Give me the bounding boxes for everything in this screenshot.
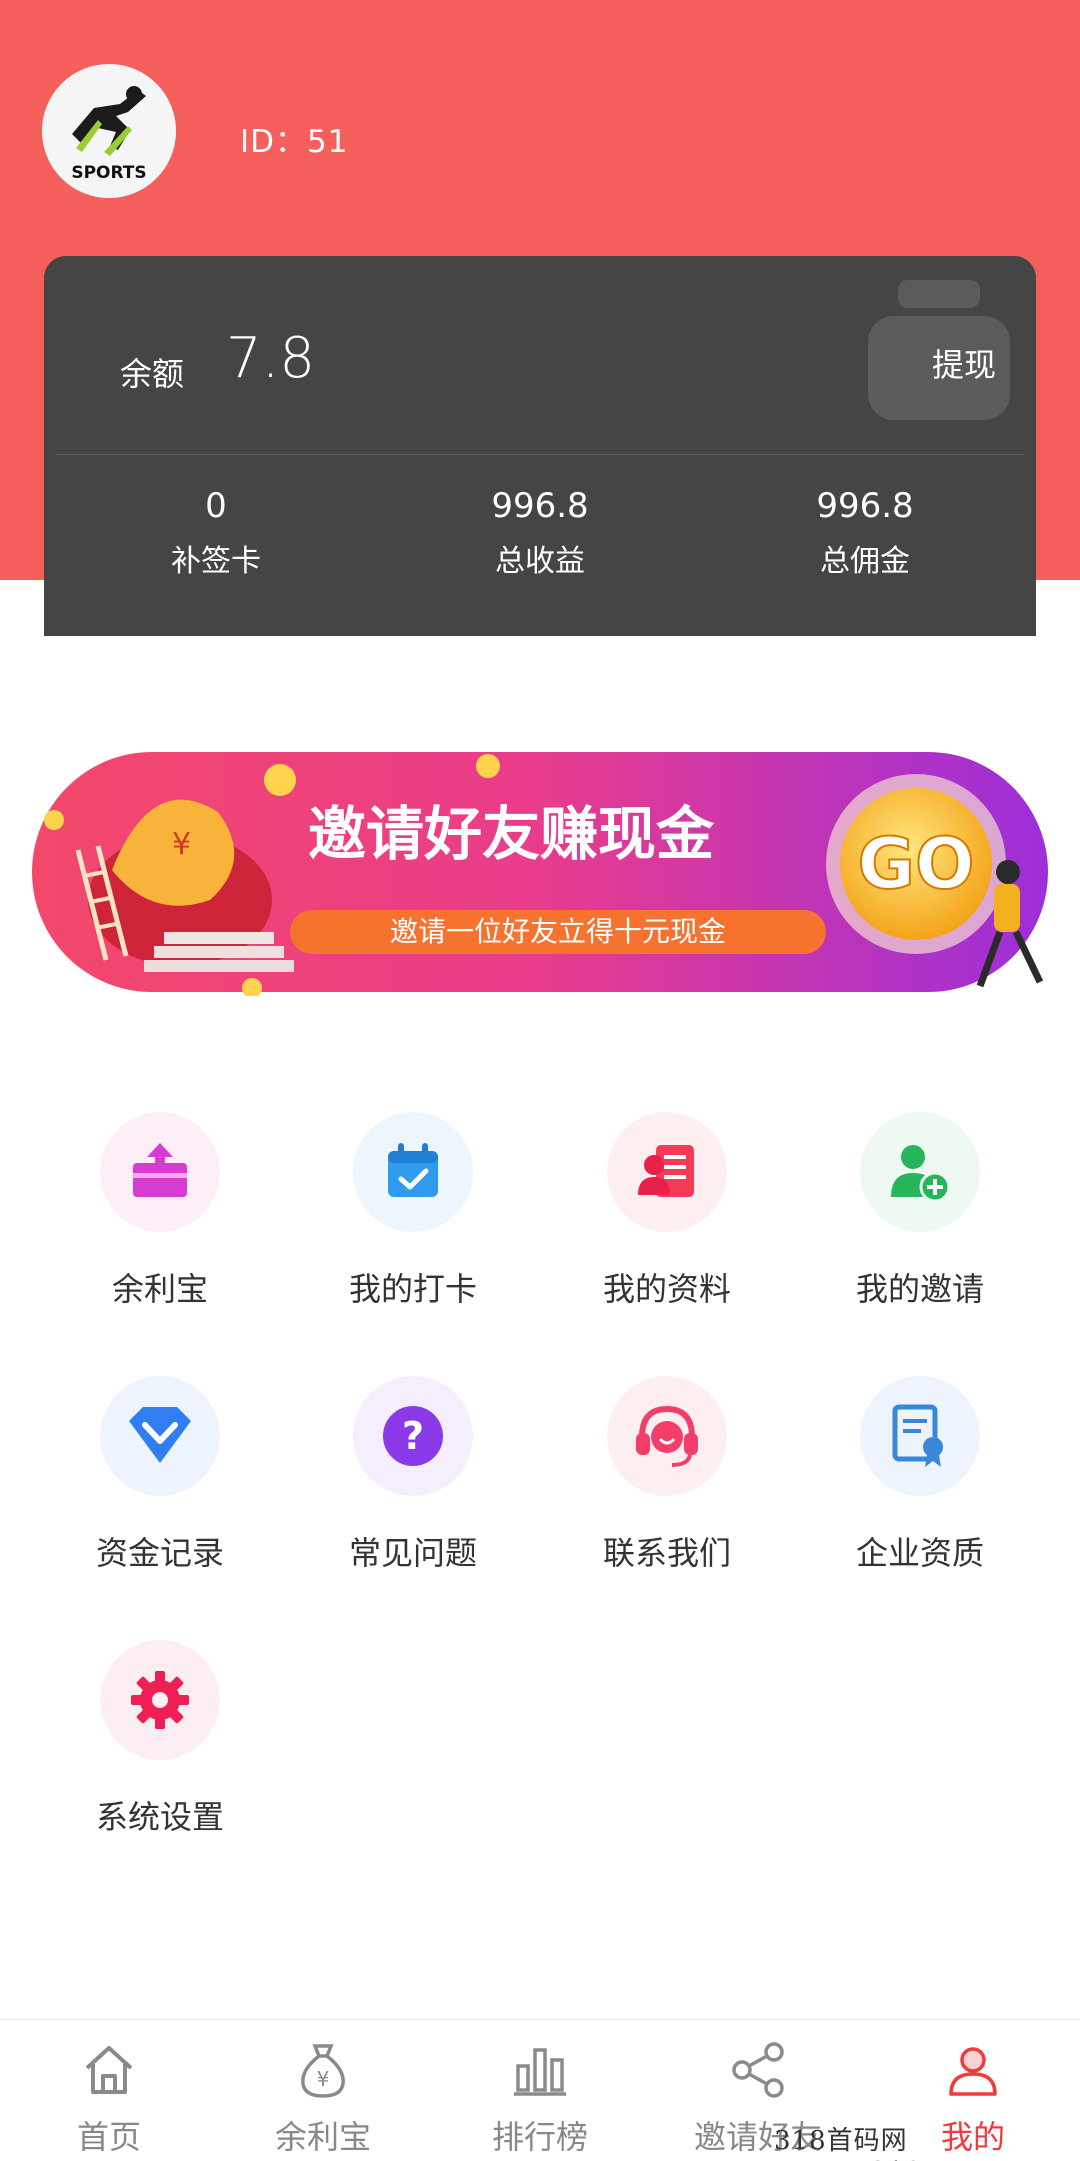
stat-value: 0 — [205, 486, 227, 526]
menu-item-fund-records[interactable]: 资金记录 — [55, 1376, 265, 1596]
sports-logo-icon: SPORTS — [42, 64, 176, 198]
tab-leaderboard[interactable]: 排行榜 — [435, 2020, 645, 2161]
balance-label: 余额 — [120, 355, 185, 393]
menu-item-label: 常见问题 — [348, 1534, 477, 1572]
menu-item-faq[interactable]: ? 常见问题 — [308, 1376, 518, 1596]
menu-item-label: 我的打卡 — [348, 1270, 477, 1308]
user-id: ID：51 — [240, 124, 349, 160]
menu-item-my-invites[interactable]: 我的邀请 — [815, 1112, 1025, 1332]
calendar-check-icon — [353, 1112, 473, 1232]
menu-item-my-checkin[interactable]: 我的打卡 — [308, 1112, 518, 1332]
menu-item-label: 我的资料 — [602, 1270, 731, 1308]
tab-home[interactable]: 首页 — [4, 2020, 214, 2161]
avatar[interactable]: SPORTS — [42, 64, 176, 198]
tab-yulibao[interactable]: ¥ 余利宝 — [218, 2020, 428, 2161]
gear-icon — [100, 1640, 220, 1760]
profile-card-icon — [607, 1112, 727, 1232]
tab-label: 排行榜 — [491, 2118, 588, 2156]
menu-item-qualifications[interactable]: 企业资质 — [815, 1376, 1025, 1596]
tab-label: 首页 — [76, 2118, 141, 2156]
home-icon — [85, 2046, 133, 2094]
user-icon — [949, 2047, 997, 2096]
stat-total-income[interactable]: 996.8 总收益 — [390, 478, 690, 590]
svg-text:?: ? — [402, 1414, 424, 1458]
stat-value: 996.8 — [491, 486, 589, 526]
diamond-icon — [100, 1376, 220, 1496]
menu-item-yulibao[interactable]: 余利宝 — [55, 1112, 265, 1332]
share-icon — [732, 2042, 784, 2098]
stat-value: 996.8 — [816, 486, 914, 526]
menu-item-label: 我的邀请 — [855, 1270, 984, 1308]
invite-banner-graphic: ¥ 邀请好友赚现金 邀请一位好友立得十元现金 GO — [32, 752, 1048, 998]
menu-item-system-settings[interactable]: 系统设置 — [55, 1640, 265, 1860]
bar-chart-icon — [514, 2048, 566, 2096]
banner-subtitle: 邀请一位好友立得十元现金 — [390, 915, 726, 948]
withdraw-button[interactable]: 提现 — [932, 340, 996, 386]
balance-value: 7.8 — [226, 326, 316, 391]
stat-label: 总佣金 — [820, 544, 910, 579]
stat-label: 总收益 — [495, 544, 585, 579]
menu-item-label: 联系我们 — [602, 1534, 731, 1572]
inbox-tray-icon — [100, 1112, 220, 1232]
banner-title: 邀请好友赚现金 — [308, 800, 715, 868]
menu-item-label: 企业资质 — [855, 1534, 984, 1572]
wallet-card: 余额 7.8 提现 0 补签卡 996.8 总收益 996.8 总佣金 — [44, 256, 1036, 636]
add-user-icon — [860, 1112, 980, 1232]
money-bag-icon: ¥ — [301, 2044, 345, 2098]
certificate-icon — [860, 1376, 980, 1496]
stat-sign-card[interactable]: 0 补签卡 — [66, 478, 366, 590]
svg-text:SPORTS: SPORTS — [71, 163, 146, 183]
tab-label: 余利宝 — [274, 2118, 371, 2156]
menu-item-label: 系统设置 — [95, 1798, 224, 1836]
svg-text:¥: ¥ — [172, 827, 191, 862]
stat-label: 补签卡 — [171, 544, 261, 579]
card-divider — [56, 454, 1024, 455]
stat-total-commission[interactable]: 996.8 总佣金 — [715, 478, 1015, 590]
invite-banner[interactable]: ¥ 邀请好友赚现金 邀请一位好友立得十元现金 GO — [32, 750, 1048, 998]
go-button-text: GO — [858, 823, 975, 905]
menu-item-label: 余利宝 — [111, 1270, 208, 1308]
svg-text:¥: ¥ — [317, 2067, 330, 2091]
menu-item-my-profile[interactable]: 我的资料 — [562, 1112, 772, 1332]
site-watermark: 318首码网 www.E318.com — [774, 2126, 989, 2161]
menu-item-label: 资金记录 — [95, 1534, 224, 1572]
question-icon: ? — [353, 1376, 473, 1496]
headset-icon — [607, 1376, 727, 1496]
menu-item-contact-us[interactable]: 联系我们 — [562, 1376, 772, 1596]
